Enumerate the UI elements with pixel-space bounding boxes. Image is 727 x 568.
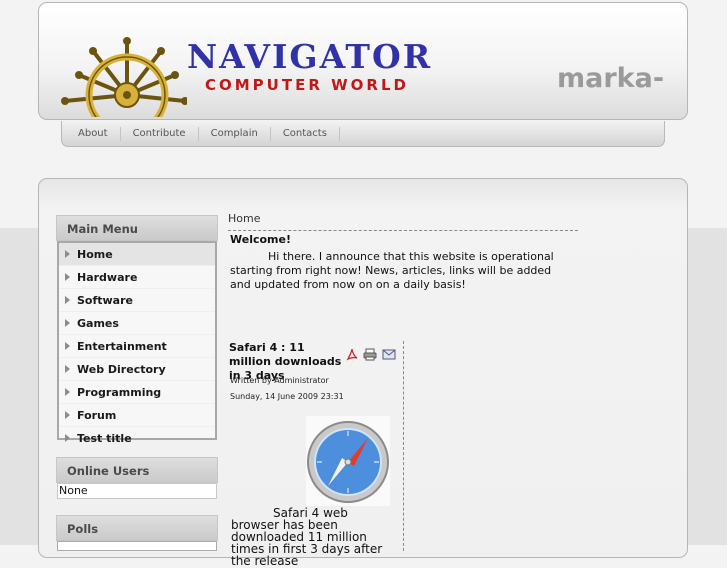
menu-item-label: Hardware — [77, 270, 138, 284]
pdf-icon[interactable] — [346, 348, 358, 361]
menu-item-label: Games — [77, 316, 119, 330]
nav-about-link[interactable]: About — [66, 126, 121, 141]
nav-contacts-link[interactable]: Contacts — [271, 126, 340, 141]
main-menu: Home Hardware Software Games Entertainme… — [57, 241, 217, 450]
welcome-text: Hi there. I announce that this website i… — [230, 250, 554, 291]
arrow-right-icon — [65, 296, 70, 304]
menu-item-programming[interactable]: Programming — [59, 381, 215, 404]
online-users-title: Online Users — [56, 457, 218, 483]
arrow-right-icon — [65, 411, 70, 419]
welcome-title: Welcome! — [230, 233, 291, 246]
menu-item-forum[interactable]: Forum — [59, 404, 215, 427]
article-actions — [346, 348, 396, 361]
menu-item-entertainment[interactable]: Entertainment — [59, 335, 215, 358]
polls-box[interactable] — [57, 541, 217, 551]
menu-item-software[interactable]: Software — [59, 289, 215, 312]
ship-wheel-icon — [61, 37, 187, 117]
marka-text: marka- — [557, 63, 665, 94]
arrow-right-icon — [65, 250, 70, 258]
menu-item-web-directory[interactable]: Web Directory — [59, 358, 215, 381]
article-date: Sunday, 14 June 2009 23:31 — [230, 392, 344, 401]
article-body: Safari 4 web browser has been downloaded… — [231, 506, 383, 568]
menu-item-label: Forum — [77, 408, 117, 422]
print-icon[interactable] — [363, 348, 377, 361]
nav-contribute-link[interactable]: Contribute — [121, 126, 199, 141]
safari-compass-icon — [306, 416, 390, 506]
arrow-right-icon — [65, 388, 70, 396]
arrow-right-icon — [65, 273, 70, 281]
site-header: NAVIGATOR COMPUTER WORLD marka- — [38, 2, 688, 120]
menu-item-label: Entertainment — [77, 339, 167, 353]
menu-item-test-title[interactable]: Test title — [59, 427, 215, 450]
article-column-divider — [403, 341, 404, 551]
email-icon[interactable] — [382, 349, 396, 360]
menu-item-home[interactable]: Home — [59, 243, 215, 266]
breadcrumb-divider — [228, 230, 578, 231]
menu-item-label: Software — [77, 293, 133, 307]
breadcrumb[interactable]: Home — [228, 212, 260, 225]
article-author: Written by Administrator — [230, 376, 329, 385]
menu-item-label: Programming — [77, 385, 162, 399]
arrow-right-icon — [65, 434, 70, 442]
online-users-value: None — [57, 483, 217, 499]
menu-item-games[interactable]: Games — [59, 312, 215, 335]
menu-item-label: Web Directory — [77, 362, 166, 376]
menu-item-label: Home — [77, 247, 113, 261]
polls-title: Polls — [56, 515, 218, 541]
logo-title: NAVIGATOR — [187, 37, 433, 76]
arrow-right-icon — [65, 342, 70, 350]
menu-item-label: Test title — [77, 431, 132, 445]
nav-complain-link[interactable]: Complain — [199, 126, 271, 141]
arrow-right-icon — [65, 319, 70, 327]
menu-item-hardware[interactable]: Hardware — [59, 266, 215, 289]
logo-subtitle: COMPUTER WORLD — [205, 76, 409, 94]
top-navigation: About Contribute Complain Contacts — [61, 121, 665, 147]
main-menu-title: Main Menu — [56, 215, 218, 241]
arrow-right-icon — [65, 365, 70, 373]
